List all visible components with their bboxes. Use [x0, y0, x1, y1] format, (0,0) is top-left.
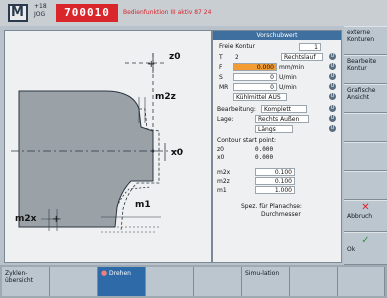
softkey-abort[interactable]: ✕ Abbruch — [344, 200, 387, 232]
machine-mode-icon: M — [8, 4, 28, 22]
direction-field[interactable]: Längs — [255, 125, 293, 133]
spez-label: Spez. für Planachse: — [241, 203, 302, 210]
spez-value: Durchmesser — [261, 211, 301, 218]
m2z-label: m2z — [155, 92, 176, 102]
status-bar: M +18 JOG 700010 Bedienfunktion III akti… — [0, 0, 387, 26]
ok-check-icon: ✓ — [361, 235, 370, 246]
mr-unit: U/min — [279, 84, 297, 91]
plus-z-marker: + — [147, 59, 155, 70]
coolant-field[interactable]: Kühlmittel AUS — [233, 93, 287, 101]
m1-field[interactable]: 1.000 — [255, 186, 295, 194]
bearbeitung-label: Bearbeitung: — [217, 106, 256, 113]
m2z-param-label: m2z — [217, 178, 230, 185]
softkey-empty-h7[interactable] — [290, 267, 338, 296]
cnc-screen: M +18 JOG 700010 Bedienfunktion III akti… — [0, 0, 387, 298]
m2z-field[interactable]: 0.100 — [255, 177, 295, 185]
m2x-param-label: m2x — [217, 169, 231, 176]
softkey-graphic-view[interactable]: Grafische Ansicht — [344, 84, 387, 113]
toggle-icon[interactable]: U — [329, 63, 336, 70]
program-number: 700010 — [56, 4, 118, 22]
softkey-empty-h8[interactable] — [338, 267, 385, 296]
toggle-icon[interactable]: U — [329, 73, 336, 80]
softkey-simulation[interactable]: Simu-lation — [242, 267, 290, 296]
toggle-icon[interactable]: U — [329, 105, 336, 112]
softkey-cycle-overview[interactable]: Zyklen-übersicht — [2, 267, 50, 296]
spindle-direction-field[interactable]: Rechtslauf — [281, 53, 323, 61]
channel-bottom: JOG — [34, 11, 46, 18]
turning-marker-icon: ● — [101, 269, 108, 277]
feed-unit: mm/min — [279, 64, 305, 71]
softkey-turning[interactable]: ● Drehen — [98, 267, 146, 296]
plus-x-marker: + — [52, 214, 60, 225]
speed-unit: U/min — [279, 74, 297, 81]
softkey-ok-label: Ok — [347, 246, 356, 253]
softkey-external-contours[interactable]: externe Konturen — [344, 26, 387, 55]
z0-param-value: 0.000 — [255, 146, 274, 153]
s-label: S — [219, 74, 223, 81]
toggle-icon[interactable]: U — [329, 125, 336, 132]
speed-field[interactable]: 0 — [233, 73, 277, 81]
m2x-field[interactable]: 0.100 — [255, 168, 295, 176]
x0-param-label: x0 — [217, 154, 225, 161]
softkey-empty-5[interactable] — [344, 142, 387, 171]
contour-number-field[interactable]: 1 — [299, 43, 321, 51]
softkey-empty-6[interactable] — [344, 171, 387, 200]
x0-label: x0 — [171, 148, 183, 158]
softkey-edit-contour[interactable]: Bearbeite Kontur — [344, 55, 387, 84]
toggle-icon[interactable]: U — [329, 83, 336, 90]
contour-help-graphic: + z0 m2z x0 m1 m2x + — [4, 30, 212, 263]
bearbeitung-field[interactable]: Komplett — [261, 105, 307, 113]
lage-field[interactable]: Rechts Außen — [255, 115, 309, 123]
toggle-icon[interactable]: U — [329, 53, 336, 60]
softkey-empty-h5[interactable] — [194, 267, 242, 296]
channel-top: +18 — [34, 3, 47, 10]
m1-param-label: m1 — [217, 187, 227, 194]
softkey-abort-label: Abbruch — [347, 213, 373, 220]
contour-label: Freie Kontur — [219, 43, 256, 50]
alarm-text: Bedienfunktion III aktiv 87 24 — [123, 9, 212, 16]
channel-status: +18 JOG — [34, 3, 47, 19]
softkey-empty-h4[interactable] — [146, 267, 194, 296]
softkey-turning-label: Drehen — [109, 270, 131, 277]
z0-param-label: z0 — [217, 146, 224, 153]
softkey-empty-4[interactable] — [344, 113, 387, 142]
z0-label: z0 — [169, 52, 181, 62]
parameter-form: Vorschubwert Freie Kontur 1 T 2 Rechtsla… — [212, 30, 342, 263]
softkey-ok[interactable]: ✓ Ok — [344, 232, 387, 265]
t-label: T — [219, 54, 223, 61]
mr-field[interactable]: 0 — [233, 83, 277, 91]
m2x-label: m2x — [15, 214, 37, 224]
t-value: 2 — [235, 54, 239, 61]
feed-field[interactable]: 0.000 — [233, 63, 277, 71]
softkey-empty-h2[interactable] — [50, 267, 98, 296]
contour-start-label: Contour start point: — [217, 137, 277, 144]
contour-drawing: + z0 m2z x0 m1 m2x + — [11, 52, 183, 233]
form-title: Vorschubwert — [213, 31, 341, 40]
toggle-icon[interactable]: U — [329, 115, 336, 122]
lage-label: Lage: — [217, 116, 234, 123]
x0-param-value: 0.000 — [255, 154, 274, 161]
abort-x-icon: ✕ — [361, 202, 370, 213]
m1-label: m1 — [135, 200, 151, 210]
mr-label: MR — [219, 84, 229, 91]
toggle-icon[interactable]: U — [329, 93, 336, 100]
f-label: F — [219, 64, 223, 71]
